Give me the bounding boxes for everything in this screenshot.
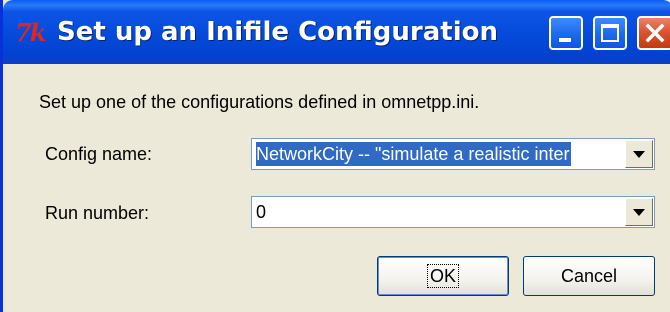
config-name-combobox[interactable]: NetworkCity -- "simulate a realistic int… <box>251 138 655 170</box>
config-name-dropdown-button[interactable] <box>625 140 653 168</box>
chevron-down-icon <box>633 209 645 216</box>
maximize-button[interactable] <box>593 16 627 50</box>
cancel-button[interactable]: Cancel <box>523 256 655 296</box>
title-bar[interactable]: 7k Set up an Inifile Configuration <box>3 0 670 64</box>
dialog-message: Set up one of the configurations defined… <box>39 92 480 112</box>
tk-logo-icon[interactable]: 7k <box>15 18 51 48</box>
close-button[interactable] <box>637 16 670 50</box>
ok-button[interactable]: OK <box>377 256 509 296</box>
chevron-down-icon <box>633 151 645 158</box>
maximize-icon <box>601 24 619 42</box>
run-number-value[interactable]: 0 <box>256 200 266 224</box>
run-number-combobox[interactable]: 0 <box>251 196 655 228</box>
dialog-window: 7k Set up an Inifile Configuration Set u… <box>0 0 670 312</box>
config-name-value[interactable]: NetworkCity -- "simulate a realistic int… <box>254 141 573 167</box>
run-number-dropdown-button[interactable] <box>625 198 653 226</box>
minimize-icon <box>559 38 571 42</box>
close-icon <box>645 23 665 43</box>
minimize-button[interactable] <box>549 16 583 50</box>
config-name-label: Config name: <box>45 144 153 164</box>
run-number-label: Run number: <box>45 203 150 223</box>
window-title: Set up an Inifile Configuration <box>57 17 499 47</box>
ok-button-label: OK <box>426 264 460 288</box>
